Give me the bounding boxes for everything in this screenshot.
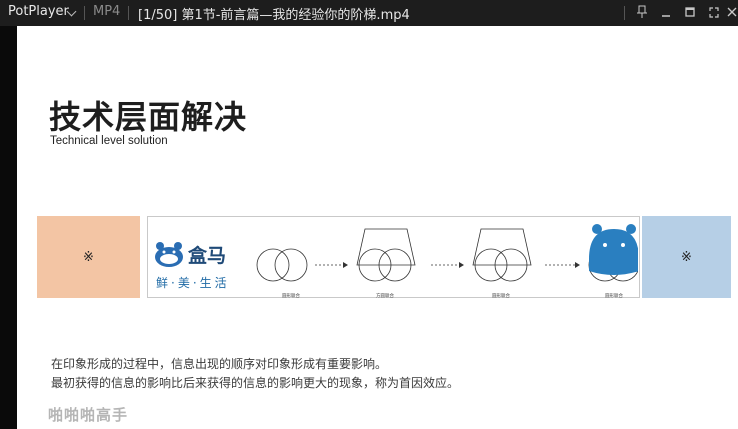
body-line: 在印象形成的过程中，信息出现的顺序对印象形成有重要影响。	[51, 357, 388, 371]
diagram-label: 圆形联合	[492, 294, 510, 299]
pin-icon[interactable]	[634, 5, 650, 21]
watermark: 啪啪啪高手	[48, 406, 129, 424]
slide-subtitle: Technical level solution	[50, 135, 168, 147]
divider	[624, 6, 625, 20]
logo-strip: 盒马 鲜·美·生活 圆形联合 方圆联合 圆形联合 圆形联合	[147, 216, 640, 299]
diagram-label: 方圆联合	[376, 294, 394, 299]
app-menu-button[interactable]: PotPlayer	[8, 4, 69, 19]
overlap-diagram	[256, 224, 638, 282]
image-placeholder-right: ※	[642, 216, 731, 298]
hippo-logo-icon	[155, 242, 183, 267]
minimize-icon[interactable]	[658, 5, 674, 21]
placeholder-mark: ※	[681, 249, 692, 265]
file-title: [1/50] 第1节-前言篇—我的经验你的阶梯.mp4	[138, 8, 410, 23]
slide: 技术层面解决 Technical level solution ※ 盒马 鲜·美…	[17, 26, 738, 429]
maximize-icon[interactable]	[682, 5, 698, 21]
diagram-label: 圆形联合	[605, 294, 623, 299]
image-placeholder-left: ※	[37, 216, 140, 298]
brand-tagline: 鲜·美·生活	[156, 276, 230, 290]
divider	[128, 6, 129, 20]
video-area[interactable]: 技术层面解决 Technical level solution ※ 盒马 鲜·美…	[0, 26, 738, 429]
title-bar: PotPlayer MP4 [1/50] 第1节-前言篇—我的经验你的阶梯.mp…	[0, 0, 738, 26]
placeholder-mark: ※	[83, 249, 94, 265]
close-icon[interactable]	[726, 5, 738, 21]
divider	[84, 6, 85, 20]
diagram-label: 圆形联合	[282, 294, 300, 299]
body-line: 最初获得的信息的影响比后来获得的信息的影响更大的现象，称为首因效应。	[51, 376, 460, 390]
fullscreen-icon[interactable]	[706, 5, 722, 21]
format-label: MP4	[93, 4, 121, 19]
slide-title: 技术层面解决	[49, 98, 248, 136]
brand-name: 盒马	[188, 245, 227, 267]
